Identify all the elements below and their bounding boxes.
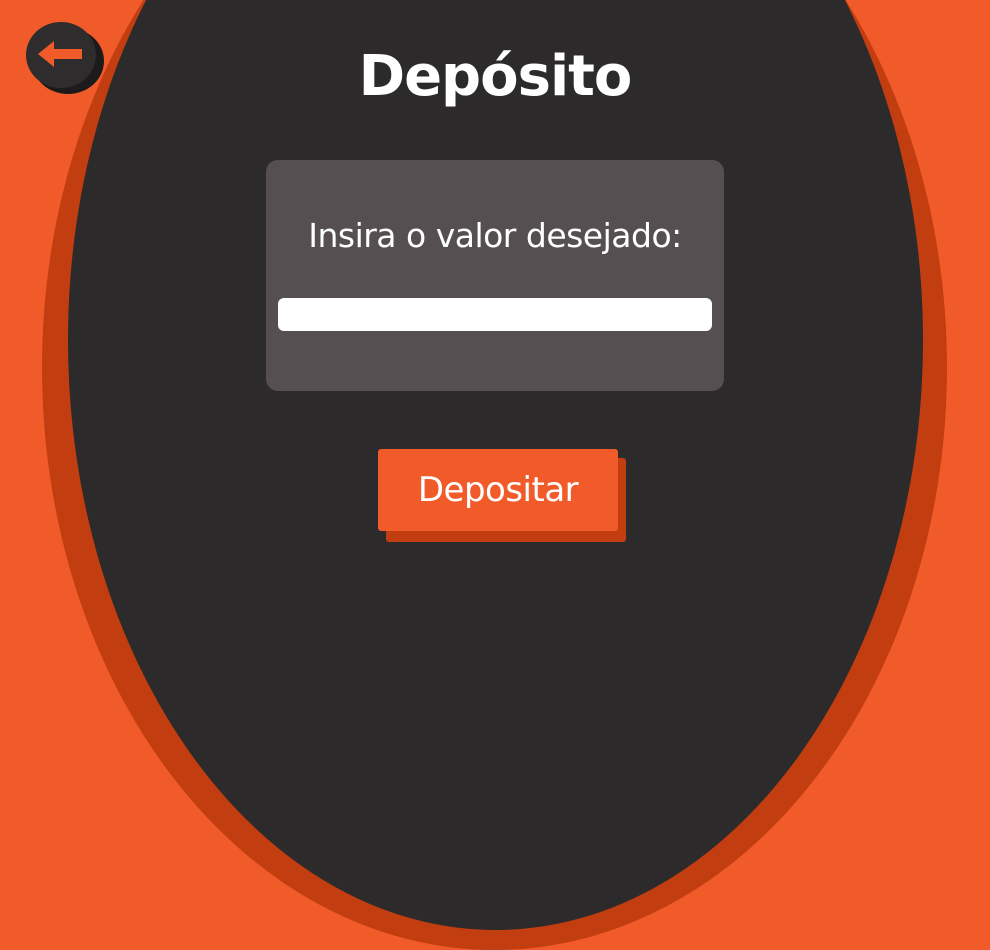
deposit-panel: Insira o valor desejado:: [266, 160, 724, 391]
amount-label: Insira o valor desejado:: [308, 216, 682, 255]
deposit-button[interactable]: Depositar: [378, 449, 618, 531]
amount-input[interactable]: [278, 298, 712, 331]
page-title: Depósito: [358, 44, 633, 109]
